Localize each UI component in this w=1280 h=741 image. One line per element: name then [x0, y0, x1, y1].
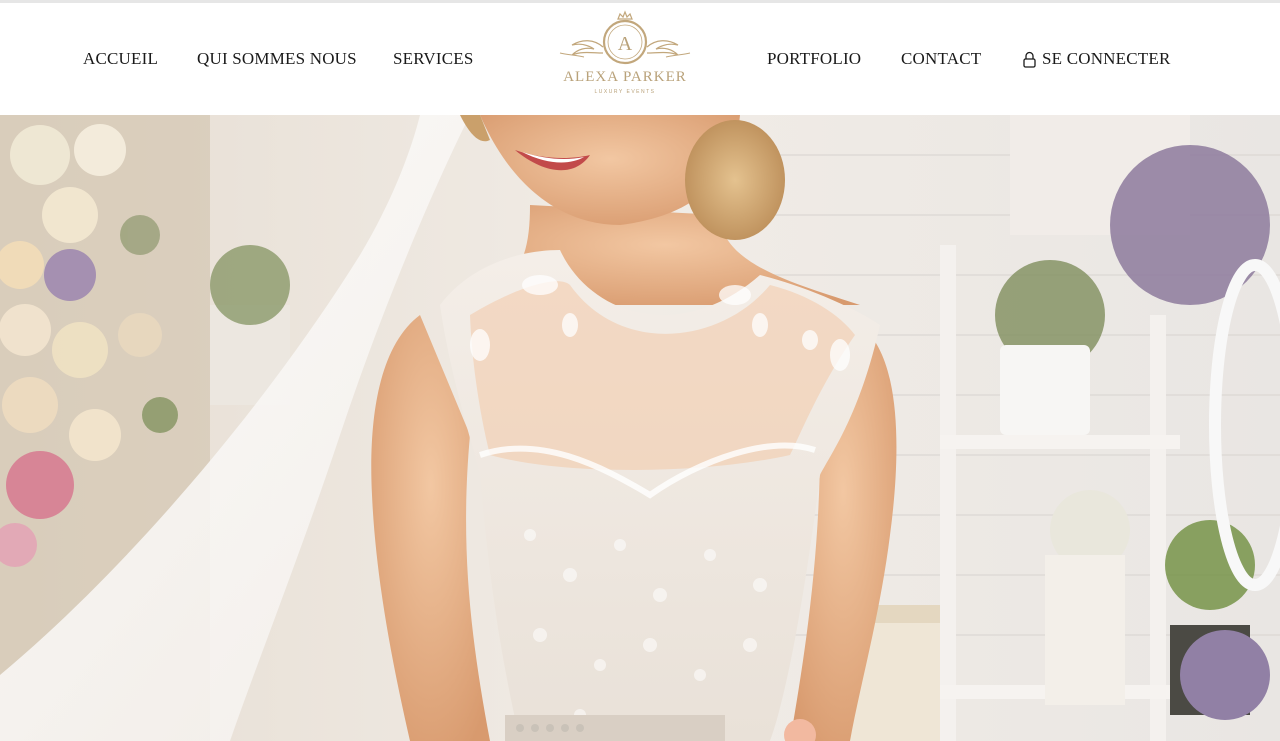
site-logo[interactable]: A ALEXA PARKER LUXURY EVENTS: [550, 9, 700, 105]
bride-photo-illustration: [0, 115, 1280, 741]
logo-brand-name: ALEXA PARKER: [563, 69, 687, 85]
lock-icon: [1023, 51, 1036, 68]
nav-contact[interactable]: CONTACT: [901, 49, 981, 69]
site-header: ACCUEIL QUI SOMMES NOUS SERVICES A ALEXA…: [0, 3, 1280, 115]
svg-text:A: A: [618, 33, 633, 55]
nav-se-connecter[interactable]: SE CONNECTER: [1022, 49, 1171, 69]
nav-accueil[interactable]: ACCUEIL: [83, 49, 158, 69]
hero-image: [0, 115, 1280, 741]
logo-emblem-icon: A: [559, 10, 691, 65]
nav-qui-sommes-nous[interactable]: QUI SOMMES NOUS: [197, 49, 357, 69]
nav-services[interactable]: SERVICES: [393, 49, 474, 69]
nav-se-connecter-label: SE CONNECTER: [1042, 49, 1171, 68]
nav-portfolio[interactable]: PORTFOLIO: [767, 49, 861, 69]
logo-tagline: LUXURY EVENTS: [594, 89, 656, 95]
